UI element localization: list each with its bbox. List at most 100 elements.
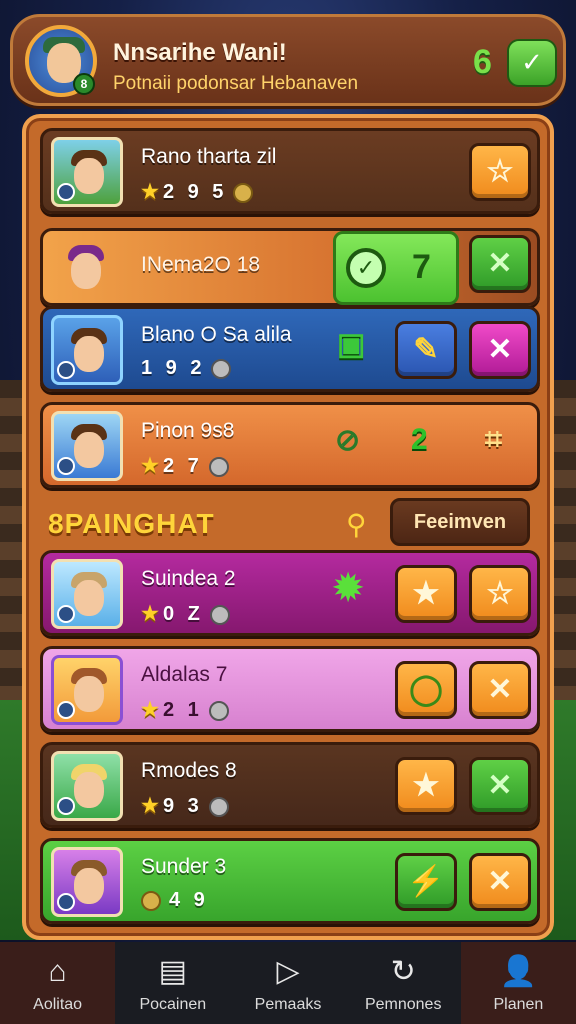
search-icon[interactable]: ⊘ [335, 423, 360, 458]
favorite-button-2[interactable]: ☆ [469, 565, 531, 623]
bolt-icon: ⚡ [407, 865, 445, 898]
stats-value: 1 9 2 [141, 357, 206, 379]
close-icon: ✕ [487, 769, 513, 802]
remove-button[interactable]: ✕ [469, 853, 531, 911]
row-value: 2 [411, 423, 428, 456]
character-name: Sunder 3 [141, 855, 227, 878]
character-name: Pinon 9s8 [141, 419, 235, 442]
section-title: 8PAINGHAT [48, 508, 215, 539]
cube-icon: ▣ [337, 328, 366, 361]
edit-icon: ✎ [413, 333, 439, 366]
favorite-button[interactable]: ★ [395, 757, 457, 815]
star-icon: ★ [141, 455, 159, 477]
character-stats: ★ 0 Z [141, 601, 230, 626]
close-button[interactable]: ✕ [469, 235, 531, 293]
list-row-3[interactable]: Blano O Sa alila 1 9 2 ▣ ✎ ✕ [40, 306, 540, 392]
character-stats: ★ 2 1 [141, 697, 229, 722]
character-portrait [51, 137, 123, 207]
nav-label: Planen [493, 996, 544, 1013]
grid-icon[interactable]: ⌗ [485, 423, 502, 457]
character-name: Suindea 2 [141, 567, 236, 590]
nav-label: Pocainen [139, 996, 207, 1013]
coin-icon [141, 890, 161, 911]
character-name: Blano O Sa alila [141, 323, 292, 346]
character-stats: ★ 9 3 [141, 793, 229, 818]
remove-button[interactable]: ✕ [469, 321, 531, 379]
favorite-button[interactable]: ☆ [469, 143, 531, 201]
stats-value: 0 Z [162, 603, 204, 625]
coin-icon [233, 182, 254, 203]
refresh-icon: ↻ [390, 955, 416, 988]
nav-item-play[interactable]: ▷ Pemaaks [230, 942, 345, 1024]
chat-icon: ◯ [409, 673, 443, 706]
list-row-8[interactable]: Sunder 3 4 9 ⚡ ✕ [40, 838, 540, 924]
star-icon: ★ [141, 603, 159, 625]
character-stats: 1 9 2 [141, 357, 232, 380]
target-icon: ✓ [346, 248, 386, 288]
star-icon: ☆ [486, 577, 514, 610]
header-action-button[interactable]: ✓ [507, 39, 557, 87]
nav-item-player[interactable]: 👤 Planen [460, 942, 576, 1024]
character-stats: ★ 2 7 [141, 453, 229, 478]
nav-item-refresh[interactable]: ↻ Pemnones [346, 942, 461, 1024]
star-icon: ★ [141, 795, 159, 817]
chat-button[interactable]: ◯ [395, 661, 457, 719]
score-value: 7 [412, 248, 431, 286]
coin-icon [211, 358, 232, 379]
list-row-4[interactable]: Pinon 9s8 ★ 2 7 ⊘ 2 ⌗ [40, 402, 540, 488]
list-row-6[interactable]: Aldalas 7 ★ 2 1 ◯ ✕ [40, 646, 540, 732]
section-filter-button[interactable]: Feeimven [390, 498, 530, 546]
gear-icon: ✹ [333, 567, 364, 608]
edit-button[interactable]: ✎ [395, 321, 457, 379]
check-icon: ✓ [521, 47, 543, 77]
close-icon: ✕ [487, 247, 513, 280]
remove-button[interactable]: ✕ [469, 757, 531, 815]
bottom-navigation: ⌂ Aolitao ▤ Pocainen ▷ Pemaaks ↻ Pemnone… [0, 942, 576, 1024]
stats-value: 9 3 [162, 795, 203, 817]
score-panel[interactable]: ✓ 7 [333, 231, 459, 305]
character-name: Rano tharta zil [141, 145, 277, 168]
player-avatar[interactable]: 8 [25, 25, 97, 97]
search-icon[interactable]: ⚲ [346, 508, 367, 541]
nav-item-home[interactable]: ⌂ Aolitao [0, 942, 116, 1024]
character-name: INema2O 18 [141, 253, 261, 276]
character-portrait [51, 235, 123, 299]
main-list-panel: Rano tharta zil ★ 2 9 5 ☆ INema2O 18 ✓ 7 … [22, 114, 554, 940]
avatar-level-badge: 8 [73, 73, 95, 95]
star-icon: ★ [141, 699, 159, 721]
star-icon: ☆ [486, 155, 514, 188]
list-row-2[interactable]: INema2O 18 ✓ 7 ✕ [40, 228, 540, 306]
stats-value: 2 1 [162, 699, 203, 721]
coin-icon [208, 796, 229, 817]
character-name: Rmodes 8 [141, 759, 237, 782]
coin-icon [208, 456, 229, 477]
favorite-button[interactable]: ★ [395, 565, 457, 623]
list-row-7[interactable]: Rmodes 8 ★ 9 3 ★ ✕ [40, 742, 540, 828]
character-portrait [51, 847, 123, 917]
list-row-5[interactable]: Suindea 2 ★ 0 Z ✹ ★ ☆ [40, 550, 540, 636]
character-portrait [51, 411, 123, 481]
close-icon: ✕ [487, 333, 513, 366]
star-icon: ★ [412, 769, 440, 802]
character-portrait [51, 315, 123, 385]
player-name: Nnsarihe Wani! [113, 39, 287, 66]
stats-value: 2 9 5 [162, 181, 228, 203]
coin-icon [208, 700, 229, 721]
character-portrait [51, 655, 123, 725]
player-subtitle: Potnaii podonsar Hebanaven [113, 73, 359, 94]
remove-button[interactable]: ✕ [469, 661, 531, 719]
user-icon: 👤 [499, 955, 538, 988]
header-count: 6 [473, 43, 492, 81]
profile-header: 8 Nnsarihe Wani! Potnaii podonsar Hebana… [10, 14, 566, 106]
character-portrait [51, 751, 123, 821]
list-row-1[interactable]: Rano tharta zil ★ 2 9 5 ☆ [40, 128, 540, 214]
star-icon: ★ [141, 181, 159, 203]
character-portrait [51, 559, 123, 629]
stats-value: 2 7 [162, 455, 203, 477]
nav-label: Pemnones [364, 996, 442, 1013]
close-icon: ✕ [487, 865, 513, 898]
nav-item-cards[interactable]: ▤ Pocainen [115, 942, 230, 1024]
home-icon: ⌂ [48, 955, 67, 988]
boost-button[interactable]: ⚡ [395, 853, 457, 911]
coin-icon [209, 604, 230, 625]
